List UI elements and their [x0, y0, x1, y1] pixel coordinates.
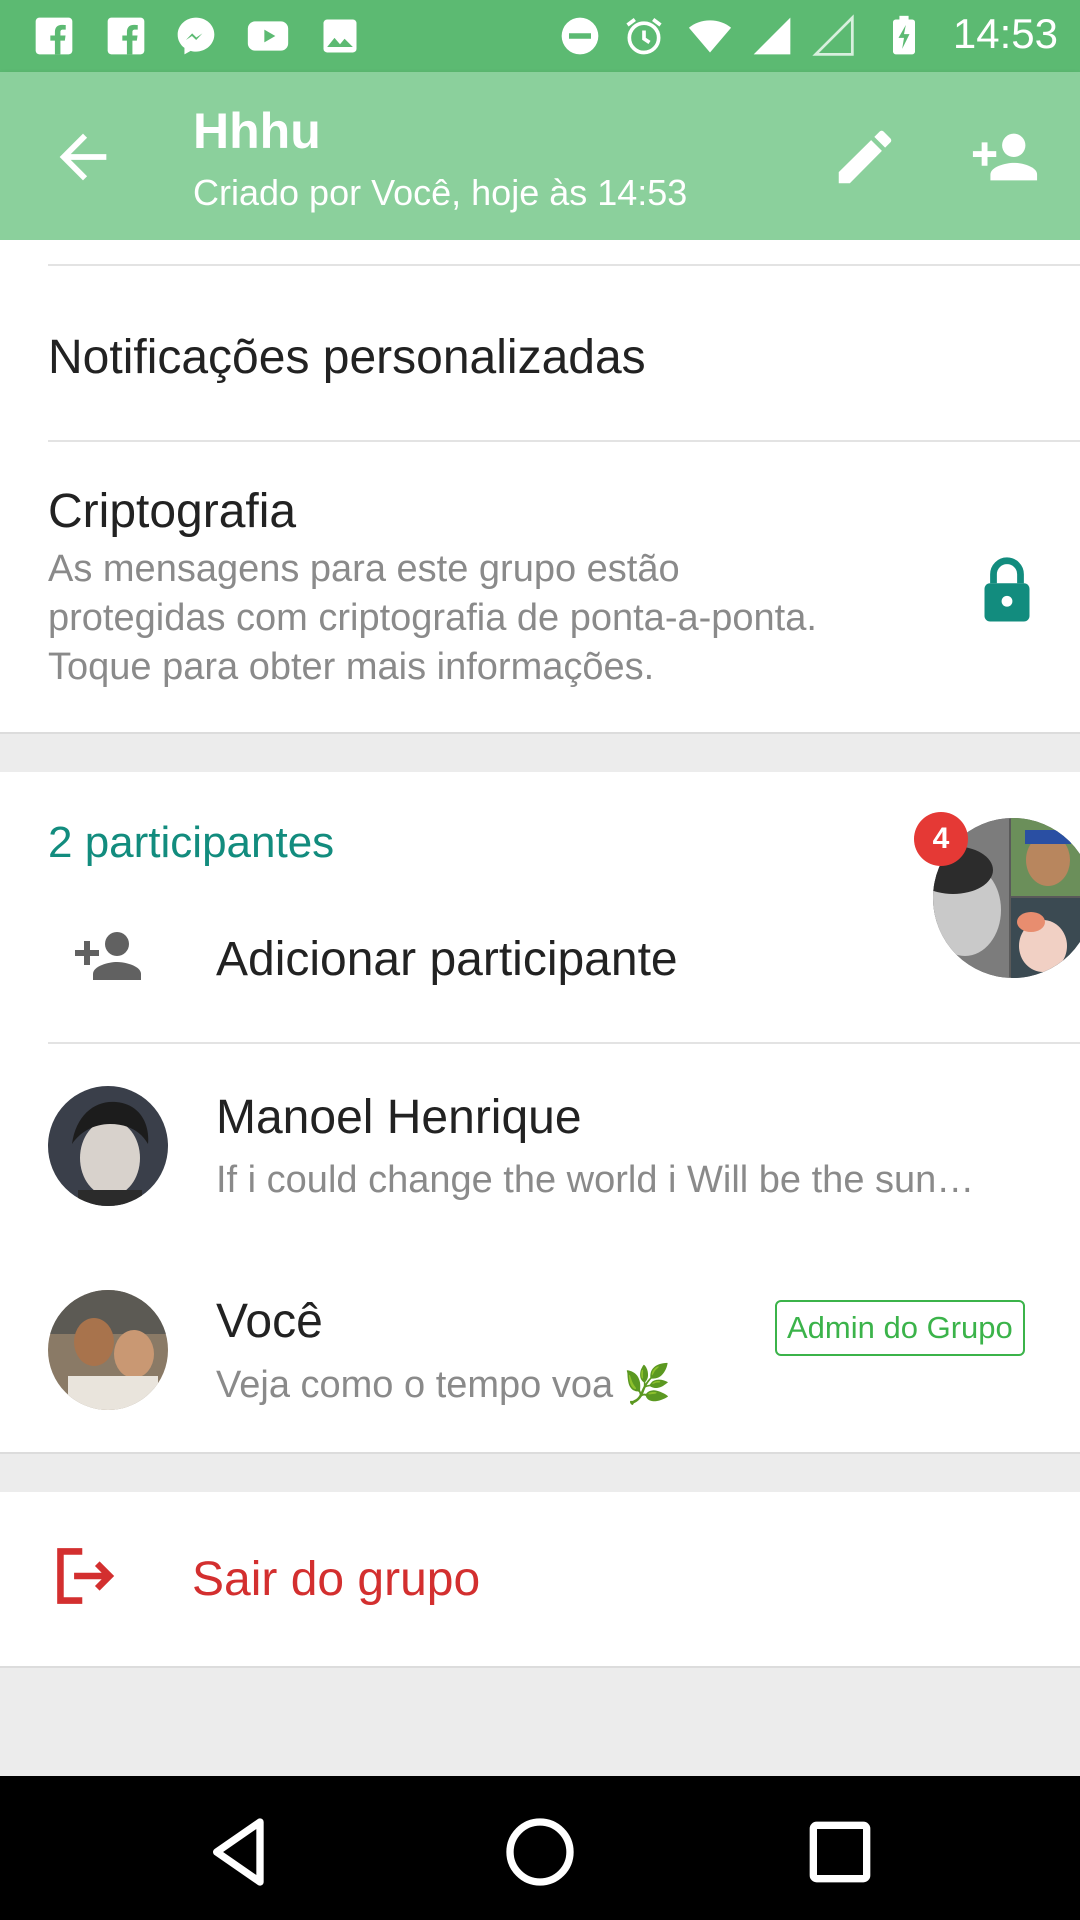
edit-pencil-icon[interactable] [830, 122, 900, 192]
do-not-disturb-icon [561, 17, 599, 55]
messenger-icon [177, 17, 215, 55]
participants-header: 2 participantes [48, 818, 335, 867]
battery-charging-icon [893, 15, 915, 55]
participant-name: Manoel Henrique [216, 1091, 582, 1144]
navigation-bar [0, 1776, 1080, 1920]
add-participant-label: Adicionar participante [216, 933, 678, 986]
encryption-text-line1: As mensagens para este grupo estão [48, 548, 680, 590]
alarm-icon [626, 18, 662, 55]
status-time: 14:53 [952, 10, 1058, 57]
add-person-icon [75, 932, 141, 980]
divider [48, 440, 1080, 442]
group-subtitle: Criado por Você, hoje às 14:53 [193, 172, 688, 213]
participant-name: Você [216, 1295, 323, 1348]
encryption-text-line3: Toque para obter mais informações. [48, 646, 655, 688]
participant-status: If i could change the world i Will be th… [216, 1159, 975, 1201]
add-person-icon[interactable] [965, 122, 1045, 192]
notification-count-badge: 4 [914, 812, 968, 866]
participant-status: Veja como o tempo voa 🌿 [216, 1364, 671, 1406]
participants-card: 2 participantes Adicionar participante 4… [0, 772, 1080, 1454]
back-arrow-icon[interactable] [40, 122, 126, 192]
wifi-icon [688, 20, 732, 53]
status-bar: 14:53 [0, 0, 1080, 72]
divider [48, 264, 1080, 266]
custom-notifications-item[interactable]: Notificações personalizadas [48, 330, 646, 385]
back-triangle-icon[interactable] [200, 1812, 280, 1892]
facebook-icon [107, 17, 145, 55]
signal-empty-icon [812, 14, 854, 56]
image-icon [323, 19, 357, 53]
app-bar: Hhhu Criado por Você, hoje às 14:53 [0, 72, 1080, 240]
settings-card: Notificações personalizadas Criptografia… [0, 240, 1080, 734]
signal-icon [753, 17, 791, 55]
avatar [48, 1086, 168, 1206]
youtube-icon [247, 21, 289, 51]
exit-group-label: Sair do grupo [192, 1553, 481, 1606]
group-title[interactable]: Hhhu [193, 102, 321, 160]
exit-group-item[interactable]: Sair do grupo [0, 1492, 1080, 1668]
recents-square-icon[interactable] [800, 1812, 880, 1892]
avatar [48, 1290, 168, 1410]
encryption-text-line2: protegidas com criptografia de ponta-a-p… [48, 597, 817, 639]
exit-icon [57, 1548, 115, 1604]
admin-badge: Admin do Grupo [775, 1300, 1025, 1356]
home-circle-icon[interactable] [500, 1812, 580, 1892]
facebook-icon [35, 17, 73, 55]
encryption-title: Criptografia [48, 485, 297, 538]
lock-icon [984, 557, 1030, 622]
divider [48, 1042, 1080, 1044]
